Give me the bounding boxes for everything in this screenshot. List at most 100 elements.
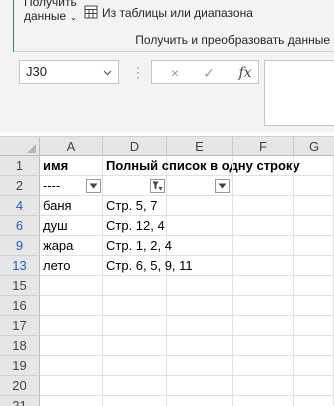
cell-g[interactable] xyxy=(294,336,334,356)
chevron-down-icon[interactable] xyxy=(103,68,112,77)
cell-d[interactable] xyxy=(103,376,167,396)
get-data-button[interactable]: Получить данные ⌄ xyxy=(24,0,80,24)
cell-g[interactable] xyxy=(294,276,334,296)
column-header-g[interactable]: G xyxy=(294,137,334,156)
cell-f[interactable] xyxy=(233,176,294,196)
cell-e[interactable] xyxy=(167,236,233,256)
row-header[interactable]: 21 xyxy=(0,396,40,406)
cell-e[interactable] xyxy=(167,156,233,176)
table-row: 6 душ Стр. 12, 4 xyxy=(0,216,334,236)
cell-d[interactable]: Стр. 12, 4 xyxy=(103,216,167,236)
cell-f[interactable] xyxy=(233,336,294,356)
cell-g[interactable] xyxy=(294,376,334,396)
filter-active-icon[interactable] xyxy=(150,179,165,193)
cell-e[interactable] xyxy=(167,296,233,316)
cell-g[interactable] xyxy=(294,156,334,176)
cell-g[interactable] xyxy=(294,236,334,256)
cell-f[interactable] xyxy=(233,216,294,236)
cell-d[interactable] xyxy=(103,316,167,336)
cell-a[interactable]: душ xyxy=(40,216,103,236)
cell-f[interactable] xyxy=(233,196,294,216)
column-header-f[interactable]: F xyxy=(233,137,294,156)
cell-g[interactable] xyxy=(294,256,334,276)
cell-a[interactable] xyxy=(40,296,103,316)
column-header-e[interactable]: E xyxy=(167,137,233,156)
cell-g[interactable] xyxy=(294,356,334,376)
cell-e[interactable] xyxy=(167,216,233,236)
column-header-d[interactable]: D xyxy=(103,137,167,156)
cell-e[interactable] xyxy=(167,376,233,396)
row-header[interactable]: 1 xyxy=(0,156,40,176)
row-header[interactable]: 16 xyxy=(0,296,40,316)
cell-g[interactable] xyxy=(294,196,334,216)
cell-f[interactable] xyxy=(233,296,294,316)
cell-d[interactable] xyxy=(103,336,167,356)
cell-f[interactable] xyxy=(233,356,294,376)
cell-e[interactable] xyxy=(167,256,233,276)
cell-e[interactable] xyxy=(167,336,233,356)
cell-f[interactable] xyxy=(233,316,294,336)
cell-f[interactable] xyxy=(233,236,294,256)
cell-f[interactable] xyxy=(233,276,294,296)
row-header[interactable]: 17 xyxy=(0,316,40,336)
table-row: 9 жара Стр. 1, 2, 4 xyxy=(0,236,334,256)
cell-g[interactable] xyxy=(294,316,334,336)
cell-e[interactable] xyxy=(167,276,233,296)
row-header[interactable]: 20 xyxy=(0,376,40,396)
cell-d[interactable]: Стр. 1, 2, 4 xyxy=(103,236,172,256)
table-row: 2 ---- xyxy=(0,176,334,196)
cell-d[interactable] xyxy=(103,296,167,316)
ribbon-group-label: Получить и преобразовать данные xyxy=(135,33,330,47)
cell-e[interactable] xyxy=(167,356,233,376)
insert-function-icon[interactable]: fx xyxy=(234,63,256,83)
row-header[interactable]: 19 xyxy=(0,356,40,376)
row-header[interactable]: 18 xyxy=(0,336,40,356)
from-table-button[interactable]: Из таблицы или диапазона xyxy=(84,4,253,22)
cell-d[interactable]: Полный список в одну строку xyxy=(103,156,300,176)
cell-e[interactable] xyxy=(167,196,233,216)
cell-f[interactable] xyxy=(233,376,294,396)
cell-g[interactable] xyxy=(294,176,334,196)
cell-a[interactable] xyxy=(40,316,103,336)
confirm-icon[interactable]: ✓ xyxy=(198,63,220,83)
worksheet-grid: A D E F G 1 имя Полный список в одну строк… xyxy=(0,132,334,406)
cell-d[interactable]: Стр. 6, 5, 9, 11 xyxy=(103,256,193,276)
cell-a[interactable]: имя xyxy=(40,156,103,176)
name-box[interactable]: J30 xyxy=(19,60,119,84)
cell-d[interactable] xyxy=(103,356,167,376)
cell-g[interactable] xyxy=(294,396,334,406)
row-header[interactable]: 13 xyxy=(0,256,40,276)
filter-dropdown-icon[interactable] xyxy=(86,179,101,193)
row-header[interactable]: 4 xyxy=(0,196,40,216)
table-row: 17 xyxy=(0,316,334,336)
cell-a[interactable] xyxy=(40,336,103,356)
cell-a[interactable] xyxy=(40,396,103,406)
cell-f[interactable] xyxy=(233,396,294,406)
cell-e[interactable] xyxy=(167,396,233,406)
cell-d[interactable] xyxy=(103,396,167,406)
row-header[interactable]: 9 xyxy=(0,236,40,256)
cell-a[interactable] xyxy=(40,276,103,296)
cell-a[interactable]: баня xyxy=(40,196,103,216)
cell-a[interactable]: жара xyxy=(40,236,103,256)
row-header[interactable]: 2 xyxy=(0,176,40,196)
cell-a[interactable] xyxy=(40,356,103,376)
cell-f[interactable] xyxy=(233,156,294,176)
select-all-corner[interactable] xyxy=(0,137,40,156)
filter-dropdown-icon[interactable] xyxy=(215,179,230,193)
cell-a[interactable]: лето xyxy=(40,256,103,276)
splitter-handle[interactable]: ⋮ xyxy=(131,64,145,80)
cell-d[interactable]: Стр. 5, 7 xyxy=(103,196,167,216)
cell-d[interactable] xyxy=(103,276,167,296)
cell-g[interactable] xyxy=(294,216,334,236)
cell-e[interactable] xyxy=(167,316,233,336)
column-header-row: A D E F G xyxy=(0,136,334,156)
formula-input[interactable] xyxy=(264,60,334,126)
row-header[interactable]: 15 xyxy=(0,276,40,296)
cell-g[interactable] xyxy=(294,296,334,316)
row-header[interactable]: 6 xyxy=(0,216,40,236)
cancel-icon[interactable]: × xyxy=(164,63,186,83)
cell-f[interactable] xyxy=(233,256,294,276)
cell-a[interactable] xyxy=(40,376,103,396)
column-header-a[interactable]: A xyxy=(40,137,103,156)
